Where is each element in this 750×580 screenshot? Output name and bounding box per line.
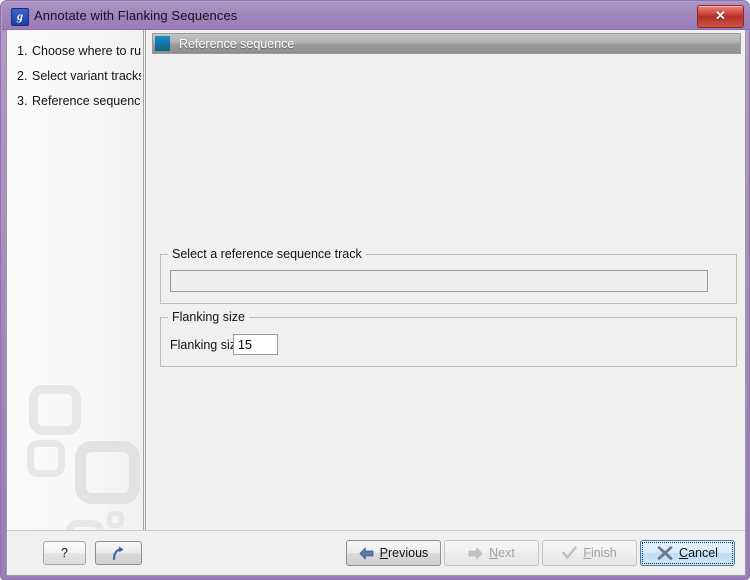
title-bar: g Annotate with Flanking Sequences ✕ [2, 2, 750, 30]
app-logo-icon: g [11, 8, 29, 26]
window-title: Annotate with Flanking Sequences [34, 8, 238, 23]
flanking-size-group-title: Flanking size [168, 310, 249, 324]
x-mark-icon [657, 546, 673, 560]
close-button[interactable]: ✕ [697, 5, 744, 28]
previous-button-label: Previous [379, 546, 429, 560]
step-label: Reference sequence [32, 94, 141, 108]
step-number: 2. [17, 69, 28, 83]
panel-header-title: Reference sequence [179, 37, 295, 51]
watermark-square [29, 385, 81, 435]
step-label: Select variant tracks [32, 69, 141, 83]
dialog-client-area: 1. Choose where to run 2. Select variant t… [6, 30, 746, 576]
step-number: 3. [17, 94, 28, 108]
watermark-square [107, 511, 124, 528]
next-button-label: Next [489, 546, 515, 560]
reference-sequence-icon [155, 36, 170, 51]
sidebar-item-choose-where-to-run[interactable]: 1. Choose where to run [17, 44, 141, 58]
splitter-line [143, 30, 144, 530]
arrow-right-icon [468, 547, 483, 559]
help-button-label: ? [61, 546, 68, 560]
sidebar-splitter[interactable] [141, 30, 149, 530]
reset-arrow-icon [113, 546, 124, 560]
dialog-button-bar: ? Previous Next Finish Cancel [7, 530, 745, 575]
step-label: Choose where to run [32, 44, 141, 58]
splitter-line [145, 30, 146, 530]
reset-button[interactable] [95, 541, 142, 565]
arrow-left-icon [359, 547, 374, 559]
cancel-button-label: Cancel [679, 546, 718, 560]
reference-sequence-group-title: Select a reference sequence track [168, 247, 366, 261]
sidebar-item-select-variant-tracks[interactable]: 2. Select variant tracks [17, 69, 141, 83]
flanking-size-label: Flanking size [170, 338, 243, 352]
finish-button-label: Finish [583, 546, 617, 560]
previous-button[interactable]: Previous [346, 540, 441, 566]
main-panel: Reference sequence Select a reference se… [149, 30, 745, 530]
cancel-button[interactable]: Cancel [640, 540, 735, 566]
wizard-step-sidebar: 1. Choose where to run 2. Select variant t… [7, 30, 141, 530]
watermark-square [75, 441, 140, 504]
help-button[interactable]: ? [43, 541, 86, 565]
flanking-size-input[interactable] [233, 334, 278, 355]
sidebar-item-reference-sequence[interactable]: 3. Reference sequence [17, 94, 141, 108]
watermark-square [27, 440, 65, 477]
panel-header: Reference sequence [152, 33, 741, 54]
watermark-square [66, 520, 104, 530]
dialog-window: g Annotate with Flanking Sequences ✕ 1. C… [0, 0, 750, 580]
finish-button[interactable]: Finish [542, 540, 637, 566]
check-icon [562, 546, 578, 559]
reference-sequence-input[interactable] [170, 270, 708, 292]
step-number: 1. [17, 44, 28, 58]
close-icon: ✕ [715, 8, 726, 23]
next-button[interactable]: Next [444, 540, 539, 566]
